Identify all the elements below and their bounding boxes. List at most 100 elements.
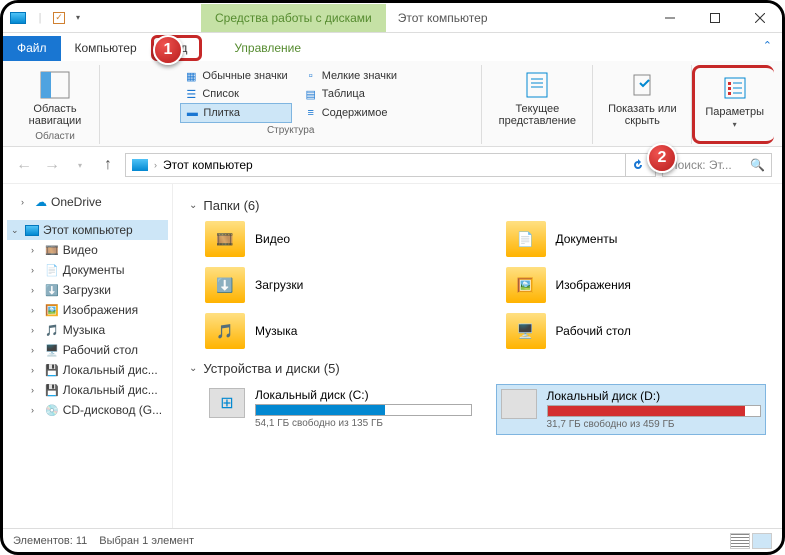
expand-icon[interactable]: › [31,405,41,415]
forward-button[interactable]: → [41,154,63,176]
expand-icon[interactable]: › [31,365,41,375]
drives-section-header[interactable]: ⌄ Устройства и диски (5) [189,361,766,376]
maximize-button[interactable] [692,3,737,33]
qat-divider: | [31,9,49,27]
expand-icon[interactable]: › [31,265,41,275]
navigation-tree[interactable]: › ☁ OneDrive ⌄ Этот компьютер ›🎞️Видео›📄… [3,184,173,528]
drive-item[interactable]: ⊞ Локальный диск (C:) 54,1 ГБ свободно и… [205,384,476,435]
explorer-body: › ☁ OneDrive ⌄ Этот компьютер ›🎞️Видео›📄… [3,184,782,528]
folder-item[interactable]: 🖥️Рабочий стол [506,313,767,349]
folder-item[interactable]: 🎵Музыка [205,313,466,349]
tree-item[interactable]: ›🎵Музыка [7,320,168,340]
current-view-button[interactable]: Текущее представление [492,67,582,129]
expand-icon[interactable]: › [21,197,31,207]
checkbox-icon[interactable]: ✓ [53,12,65,24]
refresh-button[interactable] [625,153,649,177]
chevron-down-icon: ⌄ [189,200,197,211]
drive-item[interactable]: Локальный диск (D:) 31,7 ГБ свободно из … [496,384,767,435]
item-icon: 🎵 [45,324,59,337]
tree-item[interactable]: ›🖼️Изображения [7,300,168,320]
tree-item[interactable]: ›🖥️Рабочий стол [7,340,168,360]
folders-grid: 🎞️ Видео 📄Документы ⬇️Загрузки 🖼️Изображения… [189,221,766,349]
item-icon: 💾 [45,364,59,377]
folder-item[interactable]: ⬇️Загрузки [205,267,466,303]
search-input[interactable]: Поиск: Эт... 🔍 [662,153,772,177]
up-button[interactable]: ↑ [97,154,119,176]
layout-table[interactable]: ▤Таблица [300,85,401,103]
layout-small-icons[interactable]: ▫Мелкие значки [300,67,401,85]
tree-item[interactable]: ›💿CD-дисковод (G... [7,400,168,420]
expand-icon[interactable]: › [31,245,41,255]
ribbon-tabs: Файл Компьютер Вид Управление ⌃ [3,33,782,61]
tree-item[interactable]: ›📄Документы [7,260,168,280]
expand-icon[interactable]: › [31,305,41,315]
expand-icon[interactable]: › [31,345,41,355]
breadcrumb[interactable]: › Этот компьютер [125,153,656,177]
current-view-label: Текущее представление [496,103,578,127]
chevron-down-icon: ⌄ [189,363,197,374]
group-show-hide: Показать или скрыть [593,65,692,144]
folder-item[interactable]: 📄Документы [506,221,767,257]
drive-progress [255,404,472,416]
tab-manage[interactable]: Управление [220,36,315,61]
item-icon: 📄 [45,264,59,277]
group-areas: Область навигации Области [11,65,100,144]
tab-file[interactable]: Файл [3,36,61,61]
group-areas-label: Области [35,129,75,142]
explorer-window: | ✓ ▾ Средства работы с дисками Этот ком… [0,0,785,555]
tree-item[interactable]: ›🎞️Видео [7,240,168,260]
layout-list[interactable]: ☰Список [180,85,291,103]
minimize-button[interactable] [647,3,692,33]
folder-label: Изображения [556,278,631,292]
drive-info: Локальный диск (D:) 31,7 ГБ свободно из … [547,389,762,430]
drive-meta: 31,7 ГБ свободно из 459 ГБ [547,419,762,430]
folder-label: Видео [255,232,290,246]
group-layout: ▦Обычные значки ▫Мелкие значки ☰Список ▤… [100,65,482,144]
tree-onedrive[interactable]: › ☁ OneDrive [7,192,168,212]
content-pane[interactable]: ⌄ Папки (6) 🎞️ Видео 📄Документы ⬇️Загрузки 🖼… [173,184,782,528]
item-icon: 🖥️ [45,344,59,357]
tree-this-pc[interactable]: ⌄ Этот компьютер [7,220,168,240]
layout-content[interactable]: ≡Содержимое [300,103,401,123]
drive-progress [547,405,762,417]
options-button[interactable]: Параметры ▾ [701,70,768,131]
folder-icon: 🎞️ [205,221,245,257]
layout-tiles[interactable]: ▬Плитка [180,103,291,123]
list-icon: ☰ [184,87,198,101]
tiles-view-button[interactable] [752,533,772,549]
qat-dropdown-icon[interactable]: ▾ [69,9,87,27]
folder-item[interactable]: 🎞️ Видео [205,221,466,257]
expand-icon[interactable]: › [31,285,41,295]
layout-normal-icons[interactable]: ▦Обычные значки [180,67,291,85]
collapse-icon[interactable]: ⌄ [11,225,21,236]
back-button[interactable]: ← [13,154,35,176]
tree-item[interactable]: ›⬇️Загрузки [7,280,168,300]
folders-section-header[interactable]: ⌄ Папки (6) [189,198,766,213]
group-current-view: Текущее представление [482,65,593,144]
drive-label: Локальный диск (C:) [255,388,472,402]
small-icons-icon: ▫ [304,69,318,83]
recent-dropdown[interactable]: ▾ [69,154,91,176]
expand-icon[interactable]: › [31,385,41,395]
pc-icon [9,9,27,27]
tree-item-label: Изображения [63,303,138,317]
collapse-ribbon-icon[interactable]: ⌃ [763,39,772,52]
tree-item[interactable]: › 💾 Локальный дис... [7,360,168,380]
options-label: Параметры [705,106,764,118]
show-hide-label: Показать или скрыть [607,103,677,127]
status-bar: Элементов: 11 Выбран 1 элемент [3,528,782,552]
navigation-pane-label: Область навигации [25,103,85,127]
navigation-pane-button[interactable]: Область навигации [21,67,89,129]
expand-icon[interactable]: › [31,325,41,335]
tab-computer[interactable]: Компьютер [61,36,151,61]
close-button[interactable] [737,3,782,33]
titlebar: | ✓ ▾ Средства работы с дисками Этот ком… [3,3,782,33]
drive-info: Локальный диск (C:) 54,1 ГБ свободно из … [255,388,472,431]
show-hide-button[interactable]: Показать или скрыть [603,67,681,129]
folder-item[interactable]: 🖼️Изображения [506,267,767,303]
tree-item[interactable]: ›💾Локальный дис... [7,380,168,400]
group-layout-label: Структура [267,123,314,136]
details-view-button[interactable] [730,533,750,549]
tree-item-label: Локальный дис... [63,363,158,377]
onedrive-icon: ☁ [35,195,47,209]
